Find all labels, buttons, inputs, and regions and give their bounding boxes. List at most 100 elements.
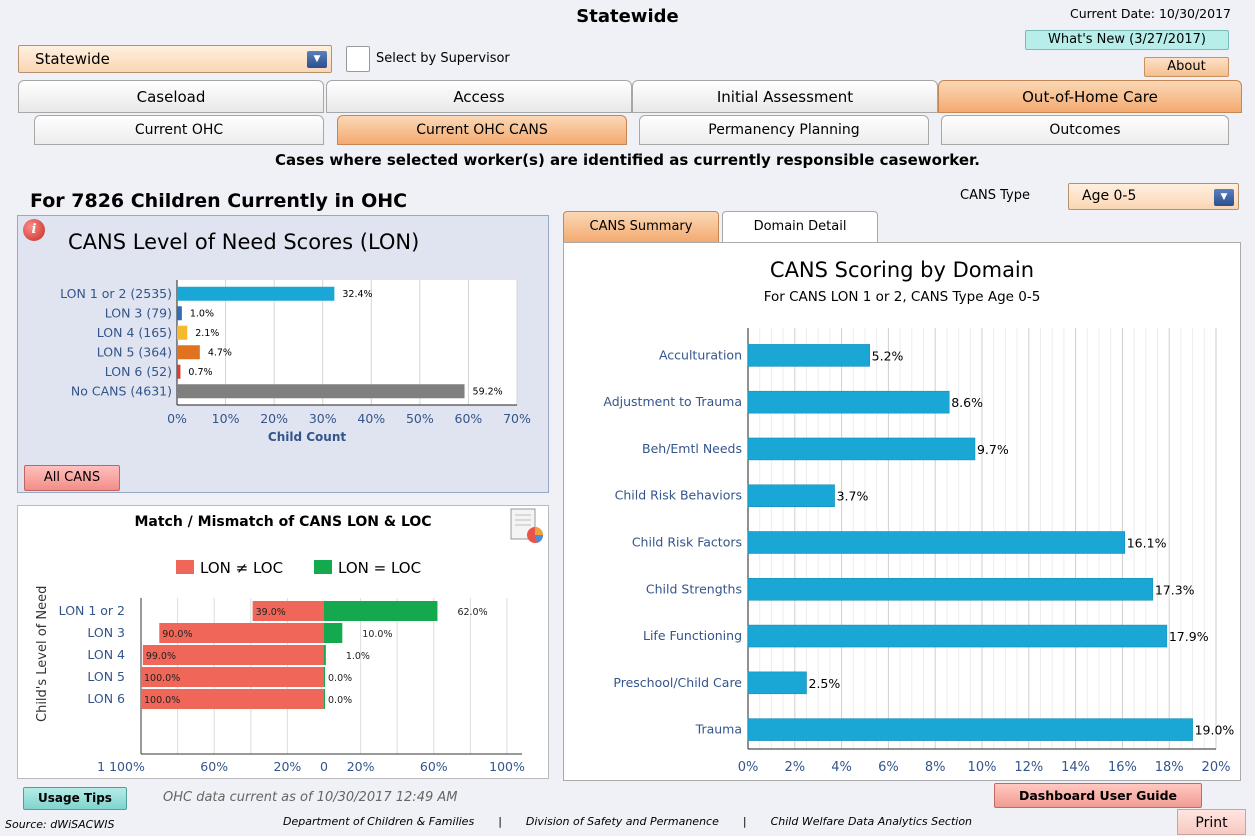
tab-cans-summary[interactable]: CANS Summary bbox=[563, 211, 719, 243]
tab-outcomes[interactable]: Outcomes bbox=[941, 115, 1229, 145]
data-label: 39.0% bbox=[256, 607, 286, 618]
bar-match bbox=[324, 623, 343, 643]
print-button[interactable]: Print bbox=[1177, 809, 1246, 835]
tab-domain-detail[interactable]: Domain Detail bbox=[722, 211, 878, 243]
bar bbox=[747, 484, 835, 507]
x-tick-label: 0% bbox=[167, 411, 187, 426]
region-select[interactable]: Statewide ▼ bbox=[18, 45, 332, 73]
chevron-down-icon[interactable]: ▼ bbox=[307, 51, 327, 68]
x-tick-label: 12% bbox=[1014, 760, 1043, 775]
data-current-note: OHC data current as of 10/30/2017 12:49 … bbox=[163, 790, 458, 805]
footer-division: Division of Safety and Permanence bbox=[525, 815, 719, 828]
x-tick-label: 10% bbox=[968, 760, 997, 775]
chart-subtitle: For CANS LON 1 or 2, CANS Type Age 0-5 bbox=[764, 289, 1041, 305]
category-label: Acculturation bbox=[659, 347, 742, 362]
category-label: LON 5 (364) bbox=[97, 344, 172, 359]
footer-sep: | bbox=[498, 815, 502, 828]
tab-out-of-home-care[interactable]: Out-of-Home Care bbox=[938, 80, 1242, 113]
chart-title: CANS Scoring by Domain bbox=[770, 258, 1034, 282]
footer-dept: Department of Children & Families bbox=[282, 815, 475, 828]
x-tick-label: 1 100% bbox=[97, 759, 145, 774]
cans-type-select[interactable]: Age 0-5 ▼ bbox=[1068, 183, 1239, 210]
category-label: Child Risk Behaviors bbox=[615, 488, 742, 503]
category-label: LON 3 (79) bbox=[105, 305, 172, 320]
data-label: 2.5% bbox=[809, 676, 841, 691]
x-tick-label: 16% bbox=[1108, 760, 1137, 775]
info-icon[interactable]: i bbox=[23, 219, 45, 241]
tab-initial-assessment[interactable]: Initial Assessment bbox=[632, 80, 938, 113]
cans-type-label: CANS Type bbox=[960, 188, 1030, 203]
data-label: 9.7% bbox=[977, 442, 1009, 457]
legend-match: LON = LOC bbox=[314, 559, 421, 577]
category-label: No CANS (4631) bbox=[71, 383, 172, 398]
legend-mismatch: LON ≠ LOC bbox=[176, 559, 283, 577]
x-tick-label: 0% bbox=[738, 760, 759, 775]
x-tick-label: 70% bbox=[503, 411, 531, 426]
legend-mismatch-label: LON ≠ LOC bbox=[200, 559, 284, 577]
data-label: 0.7% bbox=[188, 367, 212, 378]
whats-new-button[interactable]: What's New (3/27/2017) bbox=[1025, 30, 1229, 50]
lon-chart-title: CANS Level of Need Scores (LON) bbox=[68, 230, 420, 254]
data-label: 2.1% bbox=[195, 328, 219, 339]
x-tick-label: 50% bbox=[406, 411, 434, 426]
children-count-title: For 7826 Children Currently in OHC bbox=[30, 190, 408, 212]
bar bbox=[177, 325, 188, 340]
about-button[interactable]: About bbox=[1144, 57, 1229, 77]
tab-access[interactable]: Access bbox=[326, 80, 632, 113]
page-title: Statewide bbox=[576, 6, 679, 27]
bar bbox=[747, 531, 1125, 554]
x-tick-label: 20% bbox=[347, 759, 375, 774]
supervisor-checkbox[interactable] bbox=[346, 46, 370, 72]
chevron-down-icon[interactable]: ▼ bbox=[1214, 189, 1234, 206]
x-tick-label: 20% bbox=[1202, 760, 1231, 775]
data-label: 0.0% bbox=[328, 673, 352, 684]
user-guide-button[interactable]: Dashboard User Guide bbox=[994, 783, 1202, 808]
data-label: 99.0% bbox=[146, 651, 176, 662]
pie-chart-icon[interactable] bbox=[510, 508, 544, 544]
category-label: Life Functioning bbox=[643, 628, 742, 643]
bar bbox=[747, 671, 807, 695]
data-label: 100.0% bbox=[144, 673, 180, 684]
tab-permanency-planning[interactable]: Permanency Planning bbox=[639, 115, 929, 145]
x-tick-label: 2% bbox=[784, 760, 805, 775]
bar-match bbox=[324, 689, 325, 709]
lon-bar-chart: 0% 10% 20% 30% 40% 50% 60% 70% LON 1 or 2 (2535)… bbox=[60, 280, 531, 444]
caseworker-subtitle: Cases where selected worker(s) are ident… bbox=[274, 151, 980, 169]
data-label: 3.7% bbox=[837, 489, 869, 504]
x-tick-label: 20% bbox=[274, 759, 302, 774]
current-date: Current Date: 10/30/2017 bbox=[1069, 6, 1231, 21]
tab-caseload[interactable]: Caseload bbox=[18, 80, 324, 113]
data-label: 17.9% bbox=[1169, 629, 1209, 644]
x-axis-title: Child Count bbox=[268, 430, 346, 444]
legend-match-label: LON = LOC bbox=[338, 559, 422, 577]
tab-current-ohc[interactable]: Current OHC bbox=[34, 115, 324, 145]
data-label: 59.2% bbox=[473, 386, 503, 397]
tab-current-ohc-cans[interactable]: Current OHC CANS bbox=[337, 115, 627, 145]
category-label: LON 1 or 2 bbox=[59, 603, 125, 618]
bar bbox=[177, 286, 335, 301]
x-tick-label: 60% bbox=[455, 411, 483, 426]
category-label: Trauma bbox=[695, 722, 742, 737]
category-label: LON 4 (165) bbox=[97, 325, 172, 340]
category-label: LON 4 bbox=[87, 647, 125, 662]
data-label: 19.0% bbox=[1195, 723, 1235, 738]
footer-section: Child Welfare Data Analytics Section bbox=[770, 815, 973, 828]
data-label: 0.0% bbox=[328, 695, 352, 706]
bar bbox=[177, 345, 200, 360]
data-label: 32.4% bbox=[342, 289, 372, 300]
data-label: 62.0% bbox=[457, 607, 487, 618]
usage-tips-button[interactable]: Usage Tips bbox=[23, 787, 127, 810]
data-label: 1.0% bbox=[190, 308, 214, 319]
data-label: 8.6% bbox=[951, 395, 983, 410]
data-label: 10.0% bbox=[362, 629, 392, 640]
all-cans-button[interactable]: All CANS bbox=[24, 465, 120, 491]
bar-match bbox=[324, 645, 326, 665]
category-label: Child Strengths bbox=[646, 581, 742, 596]
bar bbox=[177, 364, 181, 379]
category-label: LON 1 or 2 (2535) bbox=[60, 286, 172, 301]
category-label: Beh/Emtl Needs bbox=[642, 441, 742, 456]
footer-credits: Department of Children & Families | Divisi… bbox=[0, 815, 1255, 828]
category-label: Child Risk Factors bbox=[632, 535, 742, 550]
cans-type-value: Age 0-5 bbox=[1082, 188, 1137, 204]
footer-sep: | bbox=[742, 815, 747, 828]
